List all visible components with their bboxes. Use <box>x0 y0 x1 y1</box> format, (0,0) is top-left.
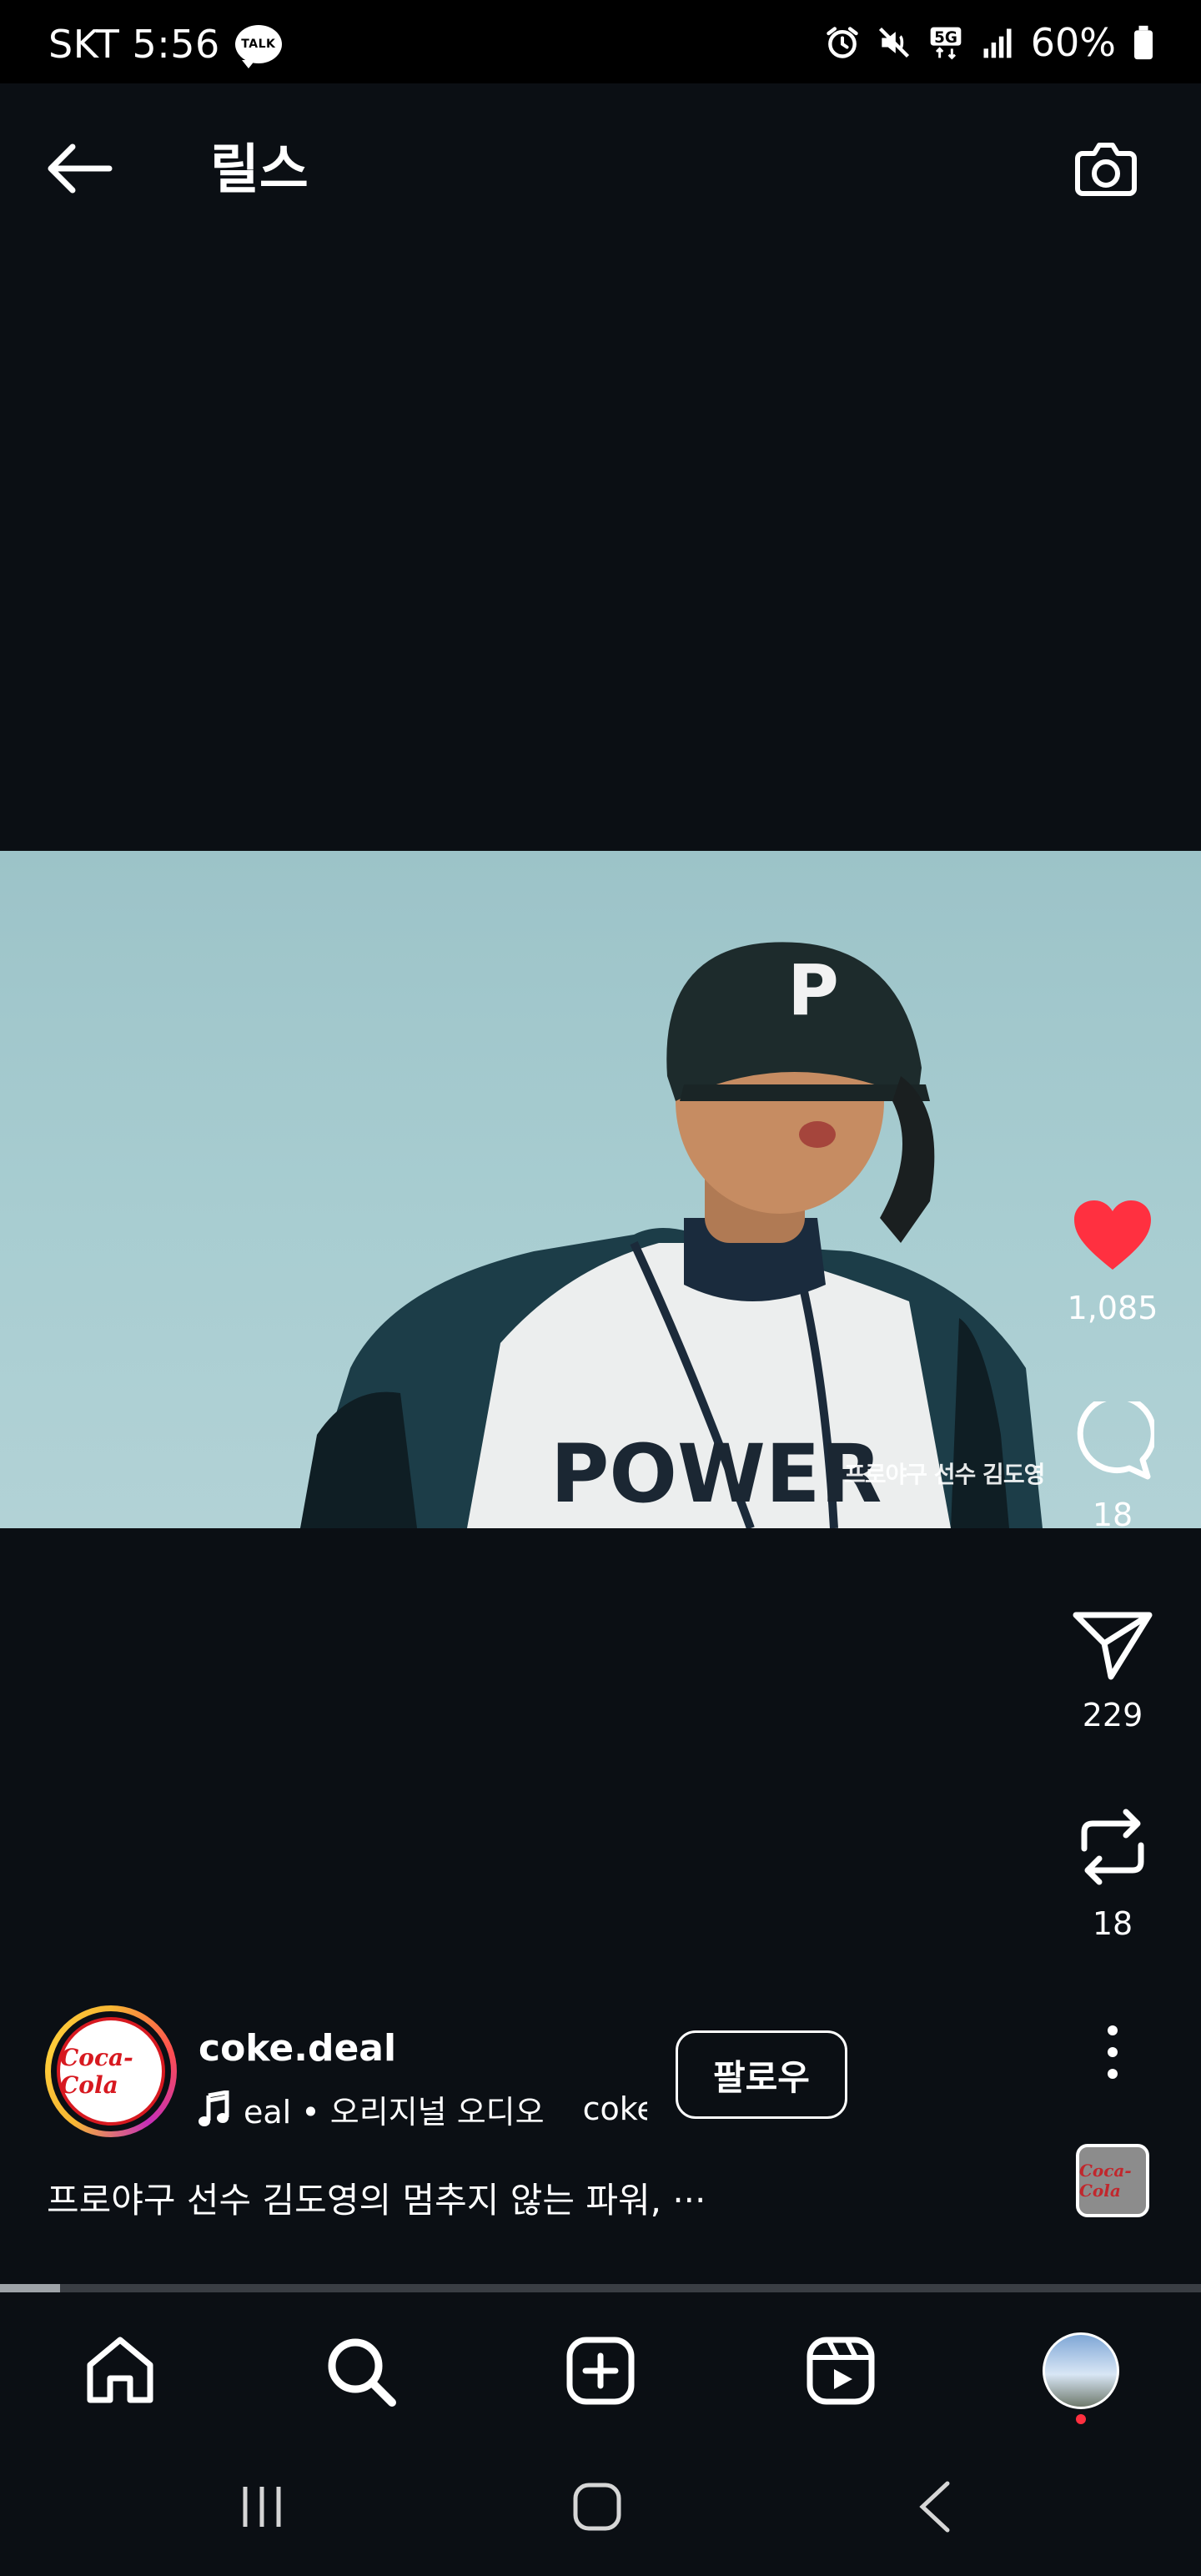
back-system-button[interactable] <box>892 2478 976 2536</box>
follow-button[interactable]: 팔로우 <box>676 2030 847 2119</box>
back-button[interactable] <box>43 135 115 202</box>
recent-apps-button[interactable] <box>220 2478 304 2536</box>
system-navigation-bar <box>0 2438 1201 2576</box>
reels-icon <box>807 2337 875 2405</box>
home-system-button[interactable] <box>555 2478 639 2536</box>
battery-percent: 60% <box>1030 20 1116 65</box>
comment-count: 18 <box>1092 1497 1133 1533</box>
svg-text:5G: 5G <box>934 29 957 47</box>
like-count: 1,085 <box>1067 1290 1158 1326</box>
bottom-navigation <box>0 2296 1201 2438</box>
5g-icon: 5G <box>930 27 962 60</box>
carrier-time: SKT 5:56 <box>48 22 220 67</box>
audio-label-2: coke.de <box>582 2090 647 2127</box>
more-vertical-icon <box>1108 2025 1118 2079</box>
video-progress-bar[interactable] <box>0 2284 1201 2292</box>
battery-icon <box>1134 25 1153 60</box>
signal-icon <box>983 28 1012 58</box>
page-title: 릴스 <box>210 139 309 201</box>
back-chevron-icon <box>919 2481 950 2533</box>
reel-video[interactable]: P POWER 프로야구 선수 김도영 <box>0 851 1201 1528</box>
svg-text:POWER: POWER <box>550 1427 882 1521</box>
music-note-icon <box>198 2090 229 2126</box>
svg-text:P: P <box>787 949 839 1031</box>
repost-count: 18 <box>1092 1905 1133 1942</box>
profile-avatar <box>1043 2332 1119 2409</box>
author-avatar[interactable]: Coca-Cola <box>45 2005 177 2137</box>
nav-reels[interactable] <box>799 2329 882 2412</box>
comment-icon[interactable] <box>1071 1401 1154 1480</box>
home-square-icon <box>573 2483 621 2531</box>
send-icon[interactable] <box>1071 1610 1154 1680</box>
reel-caption[interactable]: 프로야구 선수 김도영의 멈추지 않는 파워, ··· <box>47 2172 706 2223</box>
heart-icon[interactable] <box>1071 1198 1154 1273</box>
nav-create[interactable] <box>559 2329 642 2412</box>
status-right: 5G 60% <box>824 20 1156 65</box>
status-left: SKT 5:56 TALK <box>48 22 282 68</box>
share-count: 229 <box>1082 1697 1143 1733</box>
alarm-icon <box>827 27 858 58</box>
create-icon <box>566 2337 635 2405</box>
comment-action[interactable]: 18 <box>1063 1401 1163 1533</box>
camera-button[interactable] <box>1071 133 1141 204</box>
nav-search[interactable] <box>319 2329 402 2412</box>
nav-profile[interactable] <box>1039 2329 1123 2424</box>
reels-header: 릴스 <box>0 83 1201 250</box>
mute-icon <box>878 27 909 58</box>
status-bar: SKT 5:56 TALK 5G 60% <box>0 0 1201 83</box>
nav-home[interactable] <box>78 2329 162 2412</box>
kakaotalk-icon: TALK <box>234 25 282 68</box>
coca-cola-logo: Coca-Cola <box>57 2017 165 2126</box>
video-overlay-caption: 프로야구 선수 김도영 <box>844 1461 1045 1488</box>
notification-dot <box>1076 2414 1086 2424</box>
search-icon <box>328 2338 396 2407</box>
repost-icon[interactable] <box>1071 1805 1154 1889</box>
share-action[interactable]: 229 <box>1063 1610 1163 1733</box>
repost-action[interactable]: 18 <box>1063 1805 1163 1942</box>
back-arrow-icon <box>48 143 113 194</box>
recent-apps-icon <box>243 2487 281 2527</box>
video-scene: P POWER <box>300 942 1043 1528</box>
video-progress-fill <box>0 2284 60 2292</box>
audio-label: eal • 오리지널 오디오 <box>244 2093 545 2131</box>
home-icon <box>87 2337 153 2403</box>
audio-row[interactable]: eal • 오리지널 오디오 coke.de <box>197 2085 647 2132</box>
avatar-inner: Coca-Cola <box>51 2011 171 2131</box>
audio-thumbnail[interactable]: Coca-Cola <box>1076 2144 1149 2217</box>
more-options-button[interactable] <box>1089 2022 1136 2082</box>
like-action[interactable]: 1,085 <box>1063 1198 1163 1326</box>
camera-icon <box>1075 143 1137 196</box>
author-username[interactable]: coke.deal <box>198 2027 396 2070</box>
